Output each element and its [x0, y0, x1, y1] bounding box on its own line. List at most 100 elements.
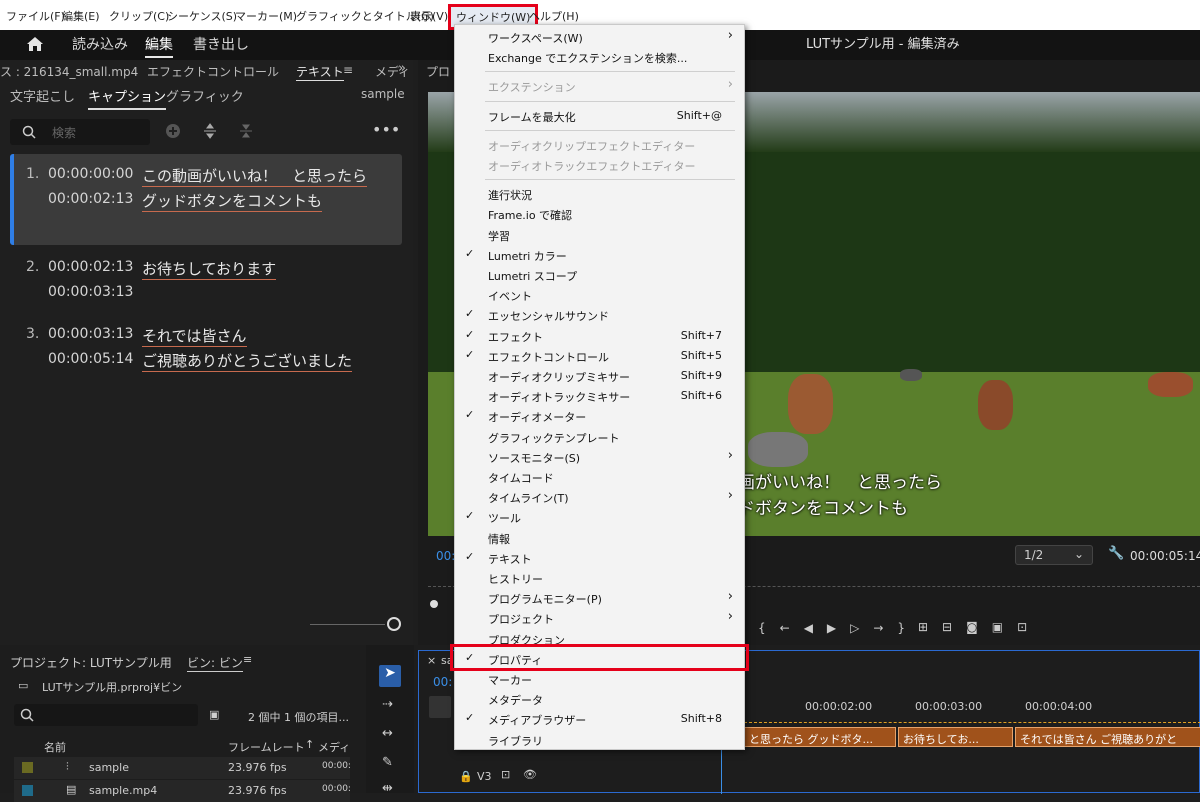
playhead-handle[interactable] — [430, 600, 438, 608]
caption-end[interactable]: 00:00:02:13 — [48, 191, 133, 207]
caption-text-line1[interactable]: お待ちしております — [142, 258, 277, 280]
caption-text-line2[interactable]: グッドボタンをコメントも — [142, 190, 323, 212]
caption-end[interactable]: 00:00:05:14 — [48, 351, 133, 367]
caption-start[interactable]: 00:00:00:00 — [48, 166, 133, 182]
menu-marker[interactable]: マーカー(M) — [235, 8, 297, 24]
tab-effect-controls[interactable]: エフェクトコントロール — [147, 63, 279, 80]
zoom-select[interactable]: 1/2 ⌄ — [1015, 545, 1093, 565]
menu-item[interactable]: ✓ Lumetri カラー — [455, 245, 744, 265]
caption-clip[interactable]: それでは皆さん ご視聴ありがと — [1015, 727, 1200, 747]
new-bin-icon[interactable]: ▣ — [209, 708, 219, 721]
menu-edit[interactable]: 編集(E) — [62, 8, 100, 24]
menu-item[interactable]: ライブラリ — [455, 730, 744, 750]
slip-tool-icon[interactable]: ⇹ — [382, 781, 393, 796]
column-media[interactable]: メディ — [318, 739, 350, 755]
caption-item[interactable]: 2. 00:00:02:13 00:00:03:13 お待ちしております — [10, 247, 402, 307]
menu-item[interactable]: プロジェクト › — [455, 608, 744, 628]
time-ruler[interactable] — [744, 717, 1200, 723]
caption-text-line1[interactable]: この動画がいいね！ と思ったら — [142, 165, 368, 187]
tab-menu-icon[interactable]: ≡ — [343, 63, 353, 77]
menu-item[interactable]: プログラムモニター(P) › — [455, 588, 744, 608]
caption-text-line2[interactable]: ご視聴ありがとうございました — [142, 350, 353, 372]
menu-item[interactable]: タイムライン(T) › — [455, 487, 744, 507]
home-icon[interactable] — [26, 36, 44, 52]
table-row[interactable]: ⫶ sample 23.976 fps 00:00: — [14, 757, 351, 779]
menu-item[interactable]: Lumetri スコープ — [455, 265, 744, 285]
menu-item[interactable]: ✓ ツール — [455, 507, 744, 527]
menu-item[interactable]: Exchange でエクステンションを検索... — [455, 47, 744, 67]
menu-item[interactable]: ✓ テキスト — [455, 548, 744, 568]
more-tabs-icon[interactable]: » — [398, 61, 406, 76]
nav-edit[interactable]: 編集 — [145, 34, 173, 58]
menu-item[interactable]: イベント — [455, 285, 744, 305]
menu-item[interactable]: オーディオクリップミキサー Shift+9 — [455, 366, 744, 386]
source-label[interactable]: ス : 216134_small.mp4 — [0, 63, 138, 80]
menu-item[interactable]: Frame.io で確認 — [455, 204, 744, 224]
merge-caption-icon[interactable] — [238, 123, 254, 139]
menu-item[interactable]: 情報 — [455, 528, 744, 548]
zoom-slider-track[interactable] — [310, 624, 385, 625]
menu-item[interactable]: ✓ エフェクトコントロール Shift+5 — [455, 346, 744, 366]
menu-item[interactable]: 学習 — [455, 225, 744, 245]
menu-item[interactable]: タイムコード — [455, 467, 744, 487]
column-frame-rate[interactable]: フレームレート — [228, 739, 305, 755]
caption-item[interactable]: 3. 00:00:03:13 00:00:05:14 それでは皆さん ご視聴あり… — [10, 314, 402, 374]
selection-tool-icon[interactable]: ➤ — [379, 665, 401, 687]
caption-search[interactable]: 検索 — [10, 119, 150, 145]
subtab-captions[interactable]: キャプション — [88, 86, 167, 110]
menu-file[interactable]: ファイル(F) — [6, 8, 65, 24]
menu-item[interactable]: マーカー — [455, 669, 744, 689]
nav-export[interactable]: 書き出し — [193, 34, 249, 54]
menu-help[interactable]: ヘルプ(H) — [529, 8, 579, 24]
tab-text[interactable]: テキスト — [296, 63, 344, 81]
zoom-slider-handle[interactable] — [387, 617, 401, 631]
nav-import[interactable]: 読み込み — [72, 34, 128, 54]
menu-item[interactable]: ✓ メディアブラウザー Shift+8 — [455, 709, 744, 729]
menu-view[interactable]: 表示(V) — [410, 8, 448, 24]
monitor-tab[interactable]: プロ — [426, 63, 450, 80]
transport-controls[interactable]: {←◀▶▷→} — [758, 621, 919, 635]
caption-start[interactable]: 00:00:03:13 — [48, 326, 133, 342]
lock-icon[interactable]: 🔒 — [459, 770, 473, 783]
menu-clip[interactable]: クリップ(C) — [109, 8, 169, 24]
timeline-time[interactable]: 00: — [433, 675, 452, 689]
split-caption-icon[interactable] — [202, 123, 218, 139]
menu-item[interactable]: グラフィックテンプレート — [455, 427, 744, 447]
add-caption-icon[interactable] — [165, 123, 181, 139]
menu-item[interactable]: ✓ オーディオメーター — [455, 406, 744, 426]
menu-item[interactable]: フレームを最大化 Shift+@ — [455, 106, 744, 126]
caption-start[interactable]: 00:00:02:13 — [48, 259, 133, 275]
table-row[interactable]: ▤ sample.mp4 23.976 fps 00:00: — [14, 780, 351, 802]
menu-item[interactable]: ワークスペース(W) › — [455, 27, 744, 47]
subtab-graphics[interactable]: グラフィック — [166, 86, 244, 105]
caption-track-name[interactable]: sample — [361, 87, 405, 101]
menu-item[interactable]: ソースモニター(S) › — [455, 447, 744, 467]
project-panel-title[interactable]: プロジェクト: LUTサンプル用 — [10, 654, 172, 671]
menu-sequence[interactable]: シーケンス(S) — [167, 8, 237, 24]
track-select-tool-icon[interactable]: ⇢ — [382, 697, 393, 712]
eye-icon[interactable]: 👁 — [523, 768, 537, 781]
caption-end[interactable]: 00:00:03:13 — [48, 284, 133, 300]
caption-text-line1[interactable]: それでは皆さん — [142, 325, 247, 347]
menu-item[interactable]: ヒストリー — [455, 568, 744, 588]
snap-icon[interactable] — [429, 696, 451, 718]
sync-lock-icon[interactable]: ⊡ — [501, 768, 510, 781]
bin-tab[interactable]: ビン: ビン — [187, 654, 243, 672]
menu-item[interactable]: メタデータ — [455, 689, 744, 709]
column-name[interactable]: 名前 — [44, 739, 66, 755]
menu-item[interactable]: オーディオトラックミキサー Shift+6 — [455, 386, 744, 406]
wrench-icon[interactable]: 🔧 — [1108, 546, 1124, 561]
current-time[interactable]: 00: — [436, 549, 455, 563]
menu-item[interactable]: ✓ エッセンシャルサウンド — [455, 305, 744, 325]
bin-menu-icon[interactable]: ≡ — [243, 653, 252, 666]
more-options-icon[interactable]: ••• — [372, 120, 400, 139]
caption-clip[interactable]: お待ちしてお... — [898, 727, 1013, 747]
close-icon[interactable]: × — [427, 654, 436, 667]
monitor-buttons[interactable]: ⊞⊟◙▣⊡ — [918, 620, 1041, 634]
menu-item[interactable]: 進行状況 — [455, 184, 744, 204]
menu-item[interactable]: ✓ エフェクト Shift+7 — [455, 326, 744, 346]
ripple-edit-tool-icon[interactable]: ↔ — [382, 726, 393, 741]
subtab-transcript[interactable]: 文字起こし — [10, 86, 75, 105]
caption-clip[interactable]: と思ったら グッドボタ... — [744, 727, 896, 747]
project-search[interactable] — [14, 704, 198, 726]
